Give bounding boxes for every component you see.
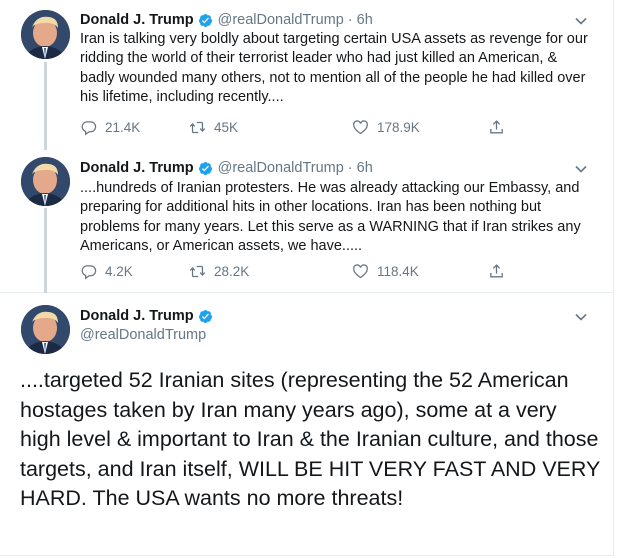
tweet-actions: 4.2K 28.2K 118.4K bbox=[80, 263, 510, 283]
share-button[interactable] bbox=[488, 119, 505, 136]
tweet-header: Donald J. Trump @realDonaldTrump · 6h bbox=[80, 158, 373, 178]
reply-button[interactable]: 21.4K bbox=[80, 119, 140, 136]
tweet-thread: Donald J. Trump @realDonaldTrump · 6h Ir… bbox=[0, 0, 614, 556]
avatar[interactable] bbox=[21, 10, 70, 59]
share-button[interactable] bbox=[488, 263, 505, 280]
retweet-count: 28.2K bbox=[214, 264, 250, 279]
avatar[interactable] bbox=[21, 157, 70, 206]
share-icon bbox=[490, 120, 503, 134]
separator-dot: · bbox=[347, 12, 353, 28]
focused-tweet[interactable]: Donald J. Trump @realDonaldTrump ....tar… bbox=[0, 294, 614, 556]
timestamp[interactable]: 6h bbox=[357, 12, 373, 28]
author-name[interactable]: Donald J. Trump bbox=[80, 12, 194, 28]
verified-badge-icon bbox=[198, 309, 213, 324]
like-icon bbox=[353, 264, 368, 279]
like-count: 178.9K bbox=[377, 120, 420, 135]
chevron-down-icon[interactable] bbox=[574, 162, 588, 176]
thread-connector-line bbox=[44, 62, 47, 150]
reply-icon bbox=[81, 265, 97, 280]
reply-button[interactable]: 4.2K bbox=[80, 263, 133, 280]
timestamp[interactable]: 6h bbox=[357, 160, 373, 176]
chevron-down-icon[interactable] bbox=[574, 310, 588, 324]
thread-tweet-1[interactable]: Donald J. Trump @realDonaldTrump · 6h Ir… bbox=[0, 0, 614, 150]
separator-dot: · bbox=[347, 160, 353, 176]
author-name[interactable]: Donald J. Trump bbox=[80, 160, 194, 176]
tweet-header: Donald J. Trump @realDonaldTrump · 6h bbox=[80, 10, 373, 30]
tweet-text: ....targeted 52 Iranian sites (represent… bbox=[20, 368, 600, 511]
retweet-icon bbox=[189, 121, 206, 134]
like-icon bbox=[353, 120, 368, 135]
author-name[interactable]: Donald J. Trump bbox=[80, 308, 194, 324]
like-button[interactable]: 118.4K bbox=[352, 263, 419, 280]
thread-tweet-2[interactable]: Donald J. Trump @realDonaldTrump · 6h ..… bbox=[0, 150, 614, 293]
reply-icon bbox=[81, 121, 97, 136]
like-count: 118.4K bbox=[377, 264, 419, 279]
retweet-count: 45K bbox=[214, 120, 239, 135]
author-handle[interactable]: @realDonaldTrump bbox=[218, 160, 344, 176]
like-button[interactable]: 178.9K bbox=[352, 119, 420, 136]
share-icon bbox=[490, 264, 503, 278]
retweet-button[interactable]: 45K bbox=[189, 119, 238, 136]
tweet-actions: 21.4K 45K 178.9K bbox=[80, 119, 510, 139]
retweet-button[interactable]: 28.2K bbox=[189, 263, 249, 280]
tweet-text: Iran is talking very boldly about target… bbox=[80, 31, 588, 106]
tweet-text: ....hundreds of Iranian protesters. He w… bbox=[80, 180, 581, 255]
verified-badge-icon bbox=[198, 161, 213, 176]
reply-count: 21.4K bbox=[105, 120, 141, 135]
chevron-down-icon[interactable] bbox=[574, 14, 588, 28]
author-block: Donald J. Trump @realDonaldTrump bbox=[80, 306, 213, 343]
retweet-icon bbox=[189, 265, 206, 278]
author-handle[interactable]: @realDonaldTrump bbox=[80, 327, 213, 343]
avatar[interactable] bbox=[21, 305, 70, 354]
author-handle[interactable]: @realDonaldTrump bbox=[218, 12, 344, 28]
reply-count: 4.2K bbox=[105, 264, 133, 279]
thread-connector-line bbox=[44, 208, 47, 293]
verified-badge-icon bbox=[198, 13, 213, 28]
